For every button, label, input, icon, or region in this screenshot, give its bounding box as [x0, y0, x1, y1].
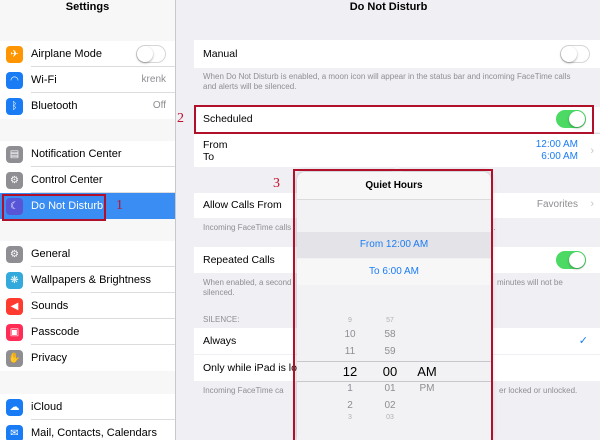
sidebar-item-label: Passcode: [31, 326, 80, 338]
sidebar-item-sounds[interactable]: ◀ Sounds: [0, 293, 175, 319]
annotation-number-3: 3: [273, 176, 280, 191]
always-label: Always: [203, 335, 237, 347]
annotation-number-2: 2: [177, 111, 184, 126]
manual-row: Manual: [194, 40, 600, 68]
wifi-network-value: krenk: [141, 74, 166, 85]
speaker-icon: ◀: [6, 298, 23, 315]
sidebar-item-label: General: [31, 248, 71, 260]
sidebar-item-label: Mail, Contacts, Calendars: [31, 427, 157, 439]
to-label: To: [203, 151, 215, 163]
sidebar-item-notification-center[interactable]: ▤ Notification Center: [0, 141, 175, 167]
sidebar-item-label: Sounds: [31, 300, 69, 312]
sidebar-item-label: Wallpapers & Brightness: [31, 274, 152, 286]
manual-toggle[interactable]: [560, 45, 590, 63]
only-locked-label: Only while iPad is loc: [203, 362, 303, 374]
control-center-icon: ⚙: [6, 172, 23, 189]
gear-icon: ⚙: [6, 246, 23, 263]
sidebar-item-label: Wi-Fi: [31, 74, 57, 86]
silence-footer: Incoming FaceTime ca: [203, 386, 284, 395]
sidebar-item-passcode[interactable]: ▣ Passcode: [0, 319, 175, 345]
annotation-box-3: [293, 169, 493, 440]
annotation-box-2: [194, 105, 594, 134]
sidebar-item-label: Control Center: [31, 174, 103, 186]
sidebar-item-privacy[interactable]: ✋ Privacy: [0, 345, 175, 371]
sidebar-item-airplane-mode[interactable]: ✈ Airplane Mode: [0, 41, 175, 67]
sidebar-item-icloud[interactable]: ☁ iCloud: [0, 394, 175, 420]
bluetooth-status-value: Off: [152, 100, 166, 111]
from-label: From: [203, 139, 228, 151]
annotation-box-1: [2, 194, 106, 221]
from-time-value: 12:00 AM: [535, 139, 578, 150]
allow-calls-footer-end: d.: [489, 223, 496, 232]
repeated-calls-label: Repeated Calls: [203, 254, 275, 266]
sidebar-item-wifi[interactable]: ◠ Wi-Fi krenk: [0, 67, 175, 93]
sidebar-item-label: Notification Center: [31, 148, 122, 160]
annotation-number-1: 1: [116, 198, 123, 213]
sidebar-item-bluetooth[interactable]: ᛒ Bluetooth Off: [0, 93, 175, 119]
checkmark-icon: ✓: [578, 335, 588, 347]
sidebar-title: Settings: [65, 1, 110, 13]
schedule-times-row[interactable]: From 12:00 AM To 6:00 AM ›: [194, 133, 600, 167]
manual-label: Manual: [203, 48, 238, 60]
sidebar-item-wallpapers[interactable]: ❋ Wallpapers & Brightness: [0, 267, 175, 293]
silence-footer-right: er locked or unlocked.: [499, 386, 578, 395]
bluetooth-icon: ᛒ: [6, 98, 23, 115]
allow-calls-value: Favorites: [536, 199, 578, 210]
page-title: Do Not Disturb: [349, 1, 428, 13]
sidebar-item-general[interactable]: ⚙ General: [0, 241, 175, 267]
sidebar-item-control-center[interactable]: ⚙ Control Center: [0, 167, 175, 193]
sidebar-item-label: iCloud: [31, 401, 63, 413]
repeated-calls-footer: When enabled, a second: [203, 278, 292, 287]
sidebar-item-label: Airplane Mode: [31, 48, 102, 60]
chevron-right-icon: ›: [590, 145, 594, 157]
repeated-calls-footer-right: minutes will not be: [497, 278, 563, 287]
airplane-icon: ✈: [6, 46, 23, 63]
manual-footer: When Do Not Disturb is enabled, a moon i…: [203, 72, 571, 91]
lock-icon: ▣: [6, 324, 23, 341]
sidebar-item-label: Privacy: [31, 352, 68, 364]
to-time-value: 6:00 AM: [541, 151, 578, 162]
sidebar-item-label: Bluetooth: [31, 100, 78, 112]
airplane-mode-toggle[interactable]: [136, 45, 166, 63]
hand-icon: ✋: [6, 350, 23, 367]
wifi-icon: ◠: [6, 72, 23, 89]
sidebar-item-mail[interactable]: ✉ Mail, Contacts, Calendars: [0, 420, 175, 440]
repeated-calls-toggle[interactable]: [556, 251, 586, 269]
cloud-icon: ☁: [6, 399, 23, 416]
mail-icon: ✉: [6, 425, 23, 440]
notification-center-icon: ▤: [6, 146, 23, 163]
chevron-right-icon: ›: [590, 198, 594, 210]
wallpaper-icon: ❋: [6, 272, 23, 289]
allow-calls-label: Allow Calls From: [203, 199, 282, 211]
